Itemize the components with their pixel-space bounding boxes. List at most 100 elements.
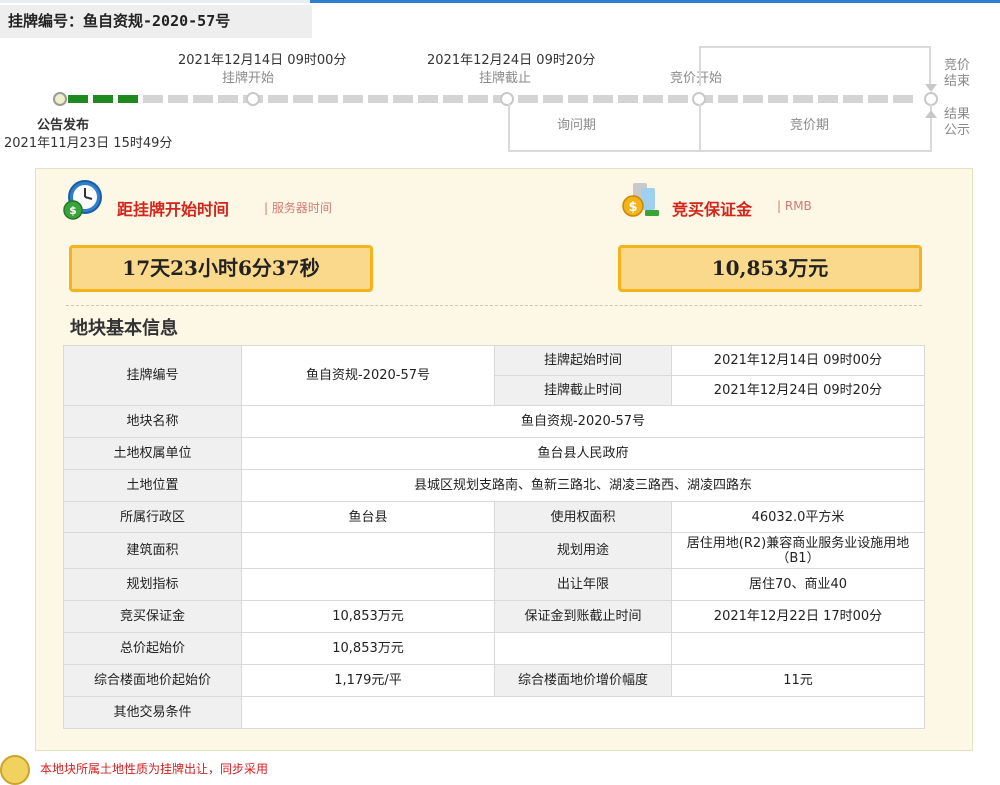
progress-segment (643, 95, 663, 103)
cell-value (241, 532, 495, 569)
deposit-title: 竞买保证金 (672, 200, 753, 219)
cell-label: 挂牌起始时间 (494, 345, 672, 376)
progress-segment (893, 95, 913, 103)
progress-segment (768, 95, 788, 103)
cell-value: 46032.0平方米 (671, 501, 925, 533)
progress-segment (293, 95, 313, 103)
countdown-title: 距挂牌开始时间 (117, 200, 230, 219)
page-title: 挂牌编号：鱼自资规-2020-57号 (0, 5, 312, 38)
progress-segment (143, 95, 163, 103)
table-row: 所属行政区 鱼台县 使用权面积 46032.0平方米 (63, 501, 925, 533)
cell-label: 综合楼面地价增价幅度 (494, 664, 672, 697)
notice-bulb-icon (0, 755, 30, 785)
progress-segment (193, 95, 213, 103)
progress-segment (568, 95, 588, 103)
parcel-info-table: 挂牌编号 鱼自资规-2020-57号 挂牌起始时间 2021年12月14日 09… (63, 345, 925, 729)
table-row: 土地权属单位 鱼台县人民政府 (63, 437, 925, 470)
bid-phase-bracket-top (699, 46, 931, 86)
cell-label: 综合楼面地价起始价 (63, 664, 242, 697)
cell-empty (671, 632, 925, 665)
progress-segment (593, 95, 613, 103)
progress-segment (818, 95, 838, 103)
progress-segment (793, 95, 813, 103)
cell-label: 使用权面积 (494, 501, 672, 533)
phase-inquiry: 询问期 (557, 118, 597, 133)
cell-value: 11元 (671, 664, 925, 697)
cell-value: 1,179元/平 (241, 664, 495, 697)
table-row: 建筑面积 规划用途 居住用地(R2)兼容商业服务业设施用地（B1） (63, 532, 925, 569)
cell-label: 总价起始价 (63, 632, 242, 665)
cell-label: 挂牌编号 (63, 345, 242, 406)
section-title: 地块基本信息 (70, 318, 178, 339)
table-row: 竞买保证金 10,853万元 保证金到账截止时间 2021年12月22日 17时… (63, 600, 925, 633)
svg-text:$: $ (628, 200, 637, 215)
progress-segment (743, 95, 763, 103)
progress-segment (368, 95, 388, 103)
table-row: 地块名称 鱼自资规-2020-57号 (63, 405, 925, 438)
cell-value: 2021年12月24日 09时20分 (671, 375, 925, 406)
cell-value: 鱼台县人民政府 (241, 437, 925, 470)
cell-value (241, 696, 925, 729)
phase-bidding: 竞价期 (790, 118, 830, 133)
progress-segment (343, 95, 363, 103)
deposit-subtitle: | RMB (777, 199, 812, 213)
listing-start-label: 挂牌开始 (222, 71, 275, 86)
progress-segment (218, 95, 238, 103)
listing-start-date: 2021年12月14日 09时00分 (178, 53, 347, 68)
svg-text:$: $ (69, 204, 77, 217)
deposit-value: 10,853万元 (618, 245, 922, 292)
cell-value: 居住70、商业40 (671, 568, 925, 601)
progress-segment (168, 95, 188, 103)
announce-label: 公告发布 (37, 118, 90, 133)
progress-segment (443, 95, 463, 103)
cell-value: 10,853万元 (241, 600, 495, 633)
timeline-node-listing-start (246, 92, 260, 106)
cell-label: 其他交易条件 (63, 696, 242, 729)
cell-label: 规划指标 (63, 568, 242, 601)
cell-label: 出让年限 (494, 568, 672, 601)
progress-segment (268, 95, 288, 103)
table-row: 总价起始价 10,853万元 (63, 632, 925, 665)
table-row: 挂牌编号 鱼自资规-2020-57号 挂牌起始时间 2021年12月14日 09… (63, 345, 925, 406)
arrow-down-icon (925, 84, 937, 92)
table-row: 其他交易条件 (63, 696, 925, 729)
cell-label: 所属行政区 (63, 501, 242, 533)
progress-segment (868, 95, 888, 103)
countdown-value: 17天23小时6分37秒 (69, 245, 373, 292)
cell-value: 县城区规划支路南、鱼新三路北、湖凌三路西、湖凌四路东 (241, 469, 925, 502)
progress-segment (393, 95, 413, 103)
listing-end-date: 2021年12月24日 09时20分 (427, 53, 596, 68)
table-row: 综合楼面地价起始价 1,179元/平 综合楼面地价增价幅度 11元 (63, 664, 925, 697)
cell-label: 保证金到账截止时间 (494, 600, 672, 633)
announce-date: 2021年11月23日 15时49分 (4, 136, 173, 151)
cell-label: 规划用途 (494, 532, 672, 569)
clock-coin-icon: $ (63, 180, 102, 220)
progress-segment (518, 95, 538, 103)
progress-segment (843, 95, 863, 103)
progress-segment (718, 95, 738, 103)
cell-value (241, 568, 495, 601)
cell-label: 挂牌截止时间 (494, 375, 672, 406)
progress-segment (418, 95, 438, 103)
listing-end-label: 挂牌截止 (479, 71, 532, 86)
cell-value: 鱼自资规-2020-57号 (241, 405, 925, 438)
progress-segment (68, 95, 88, 103)
cell-value: 2021年12月22日 17时00分 (671, 600, 925, 633)
progress-segment (93, 95, 113, 103)
progress-segment (468, 95, 488, 103)
cell-value: 鱼自资规-2020-57号 (241, 345, 495, 406)
progress-segment (118, 95, 138, 103)
cell-label: 土地位置 (63, 469, 242, 502)
progress-segment (618, 95, 638, 103)
cell-label: 竞买保证金 (63, 600, 242, 633)
progress-segment (318, 95, 338, 103)
result-label: 结果公示 (944, 107, 971, 138)
cell-label: 地块名称 (63, 405, 242, 438)
cell-label: 土地权属单位 (63, 437, 242, 470)
progress-segment (543, 95, 563, 103)
cell-value: 2021年12月14日 09时00分 (671, 345, 925, 376)
arrow-up-icon (925, 110, 937, 118)
cell-empty (494, 632, 672, 665)
money-stack-icon: $ (622, 183, 659, 217)
progress-segment (668, 95, 688, 103)
